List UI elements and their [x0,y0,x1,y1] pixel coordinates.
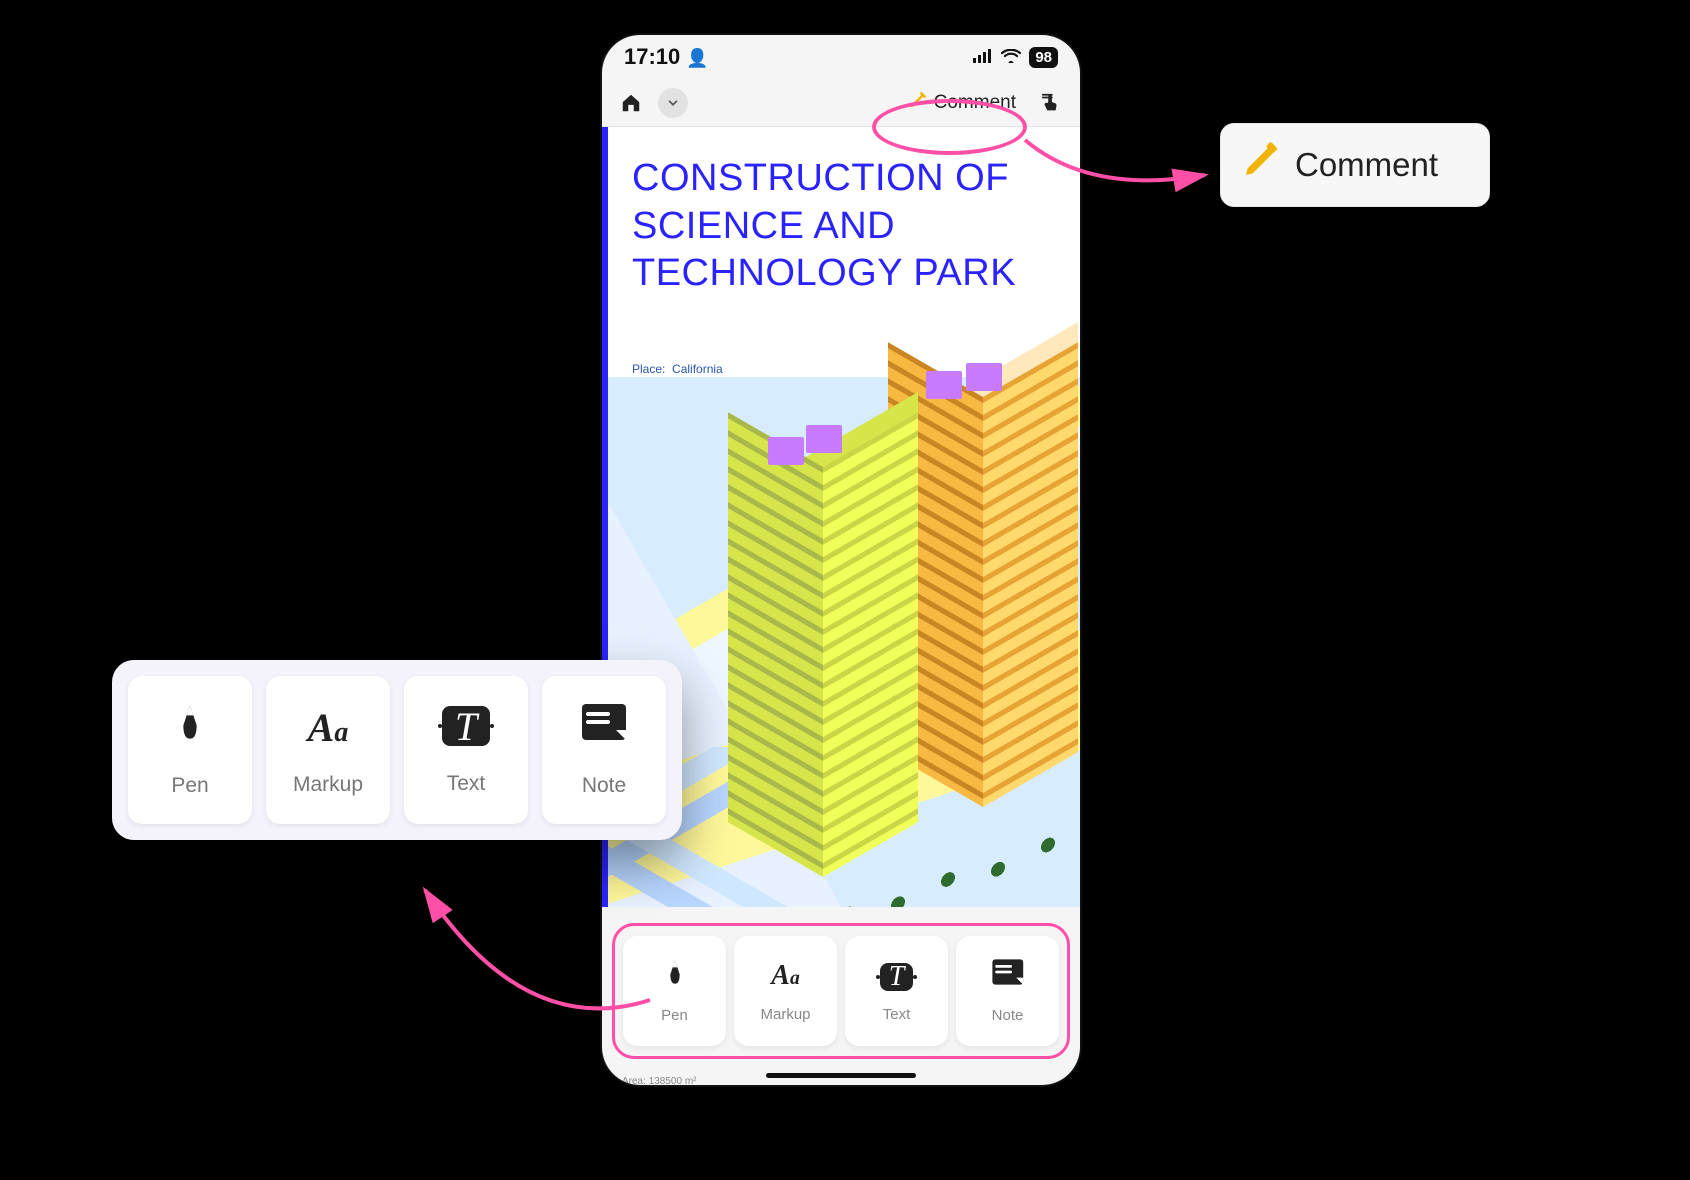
markup-icon: Aa [771,960,799,992]
tool-markup[interactable]: Aa Markup [734,936,837,1046]
callout-comment-label: Comment [1295,146,1438,184]
callout-tool-text[interactable]: T Text [404,676,528,824]
home-indicator[interactable] [766,1073,916,1078]
callout-tool-markup[interactable]: Aa Markup [266,676,390,824]
callout-tool-note-label: Note [582,774,626,798]
callout-tool-markup-label: Markup [293,773,363,797]
text-stamp-icon: T [880,960,914,992]
touch-mode-icon[interactable] [1034,86,1068,120]
tool-pen-label: Pen [661,1007,688,1024]
pen-icon [170,702,210,752]
callout-tool-note[interactable]: Note [542,676,666,824]
wifi-icon [1001,47,1021,68]
status-bar: 17:10👤 98 [602,35,1080,79]
callout-tool-pen-label: Pen [171,774,208,798]
tool-text-label: Text [883,1006,911,1023]
document-title: CONSTRUCTION OF SCIENCE AND TECHNOLOGY P… [608,127,1080,308]
comment-button[interactable]: Comment [900,86,1024,120]
cellular-icon [973,47,993,68]
pencil-icon [1241,140,1281,190]
annotation-toolbar: Pen Aa Markup T Text Note [623,936,1059,1046]
battery-level: 98 [1029,47,1058,68]
app-toolbar: Comment [602,79,1080,127]
callout-toolbar: Pen Aa Markup T Text Note [112,660,682,840]
tool-note-label: Note [992,1007,1024,1024]
pen-icon [661,958,689,993]
user-icon: 👤 [686,48,708,68]
note-icon [991,958,1025,993]
status-time: 17:10👤 [624,44,709,70]
comment-label: Comment [934,92,1016,114]
tool-pen[interactable]: Pen [623,936,726,1046]
tool-text[interactable]: T Text [845,936,948,1046]
phone-frame: 17:10👤 98 Comment [602,35,1080,1085]
text-stamp-icon: T [442,705,490,750]
chevron-down-icon[interactable] [658,88,688,118]
tool-note[interactable]: Note [956,936,1059,1046]
callout-comment: Comment [1220,123,1490,207]
tool-markup-label: Markup [760,1006,810,1023]
note-icon [580,702,628,752]
callout-tool-text-label: Text [447,772,486,796]
annotation-toolbar-highlight: Pen Aa Markup T Text Note [612,923,1070,1059]
markup-icon: Aa [308,704,349,751]
callout-tool-pen[interactable]: Pen [128,676,252,824]
home-icon[interactable] [614,86,648,120]
pencil-icon [908,90,928,116]
